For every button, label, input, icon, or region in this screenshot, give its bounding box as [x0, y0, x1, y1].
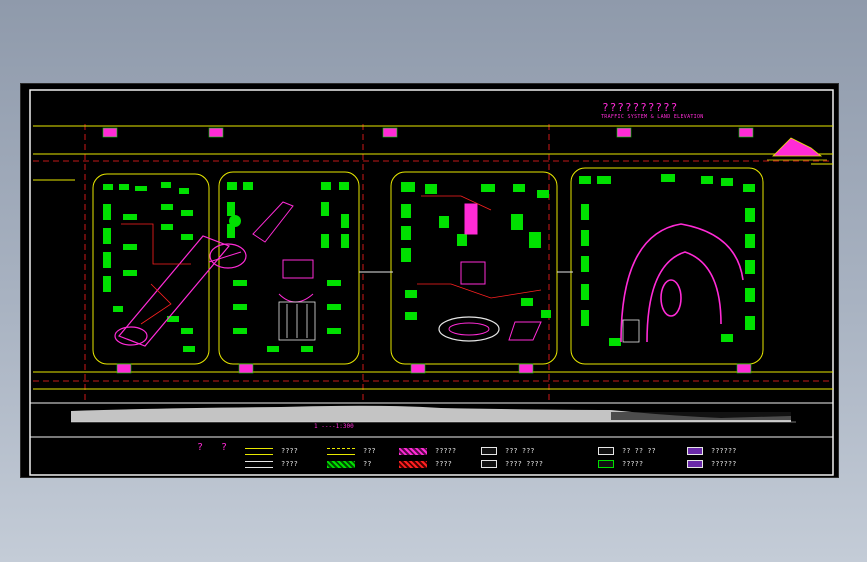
block-outlines	[92, 167, 764, 365]
yellow-lines-swatch	[245, 447, 273, 455]
block-4	[570, 167, 764, 365]
block-4-plaza	[622, 319, 640, 343]
block-1-diagonal-mall	[114, 235, 231, 347]
legend-item: ?????	[399, 446, 456, 456]
block-3-school	[460, 203, 542, 341]
legend-label: ??????	[711, 447, 737, 455]
legend-item: ????	[245, 459, 298, 469]
legend-item: ??????	[687, 459, 736, 469]
drawing-title: ??????????	[602, 101, 679, 114]
running-track	[438, 316, 500, 342]
yellow-dash-swatch	[327, 447, 355, 455]
purple-box-icon	[687, 460, 703, 468]
block-3-red-paths	[417, 195, 542, 299]
legend-label: ??? ???	[505, 447, 535, 455]
block-1-buildings	[103, 182, 195, 352]
legend-label: ??????	[711, 460, 737, 468]
arrow-box-icon	[481, 460, 497, 468]
legend-item: ???	[327, 446, 376, 456]
link-walk-a	[208, 251, 242, 263]
block-2-amenity	[252, 201, 314, 303]
magenta-hatch-swatch	[399, 447, 427, 455]
legend-label: ??	[363, 460, 372, 468]
block-2	[218, 171, 360, 365]
site-tags	[102, 127, 754, 374]
drawing-subtitle: TRAFFIC SYSTEM & LAND ELEVATION	[601, 114, 704, 120]
legend-label: ?????	[622, 460, 644, 468]
legend-item: ????	[245, 446, 298, 456]
parking-icon	[598, 447, 614, 455]
elevation-dark-band	[611, 412, 791, 420]
legend-label: ???? ????	[505, 460, 543, 468]
legend-label: ????	[281, 460, 298, 468]
legend-item: ?? ?? ??	[598, 446, 656, 456]
legend-label: ?? ?? ??	[622, 447, 656, 455]
purple-box-icon	[687, 447, 703, 455]
legend-item: ??????	[687, 446, 736, 456]
legend-label: ?????	[435, 447, 457, 455]
legend-item: ?????	[598, 459, 643, 469]
cad-viewport[interactable]: ?????????? TRAFFIC SYSTEM & LAND ELEVATI…	[20, 83, 839, 478]
legend-label: ????	[435, 460, 452, 468]
white-lines-swatch	[245, 460, 273, 468]
north-arrow-icon	[767, 137, 827, 161]
block-4-buildings	[579, 174, 755, 346]
green-hatch-swatch	[327, 460, 355, 468]
scale-note: 1 ----1:300	[314, 423, 354, 430]
legend-item: ????	[399, 459, 452, 469]
legend-heading: ? ?	[197, 442, 234, 453]
legend-item: ??? ???	[481, 446, 535, 456]
legend-label: ???	[363, 447, 376, 455]
site-plan-drawing	[29, 89, 834, 476]
red-hatch-swatch	[399, 460, 427, 468]
block-2-buildings	[227, 182, 349, 352]
track-field	[448, 322, 490, 336]
arrow-box-icon	[481, 447, 497, 455]
legend-item: ???? ????	[481, 459, 543, 469]
block-2-courts	[278, 301, 316, 341]
block-1	[92, 173, 210, 365]
legend-item: ??	[327, 459, 371, 469]
tree-icon	[598, 460, 614, 468]
legend-label: ????	[281, 447, 298, 455]
